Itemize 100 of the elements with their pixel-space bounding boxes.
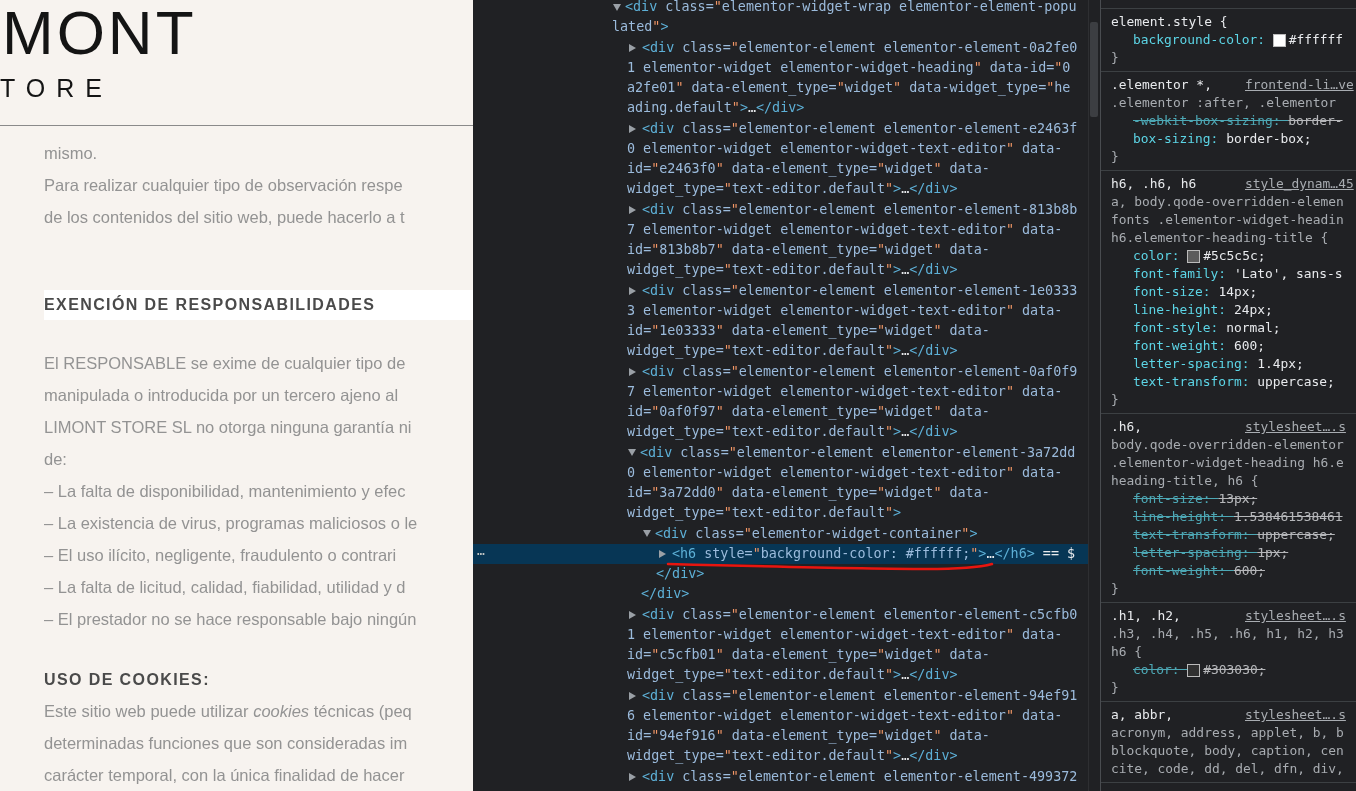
code-line: widget_type="text-editor.default">…</div> <box>627 181 958 197</box>
css-selector: a, body.qode-overridden-elemen <box>1111 193 1344 211</box>
css-property[interactable]: letter-spacing: 1.4px; <box>1111 355 1356 373</box>
text-line: de los contenidos del sitio web, puede hacerlo a t <box>44 207 405 228</box>
css-selector: acronym, address, applet, b, b <box>1111 724 1344 742</box>
tree-row[interactable]: <div class="elementor-element elementor-element-3a72dd <box>473 442 1088 463</box>
color-swatch[interactable] <box>1272 33 1286 47</box>
expand-arrow-icon[interactable] <box>629 610 636 619</box>
expand-arrow-icon[interactable] <box>628 449 636 457</box>
expand-arrow-icon[interactable] <box>629 124 636 133</box>
css-property[interactable]: font-weight: 600; <box>1111 562 1356 580</box>
text-line: mismo. <box>44 143 98 164</box>
css-property[interactable]: color: #303030; <box>1111 661 1356 679</box>
tree-row[interactable]: <div class="elementor-element elementor-element-0a2fe0 <box>473 37 1088 58</box>
source-link[interactable]: frontend-li…ve <box>1245 76 1354 94</box>
tree-row[interactable]: <div class="elementor-element elementor-element-499372 <box>473 766 1088 787</box>
css-property[interactable]: line-height: 24px; <box>1111 301 1356 319</box>
expand-arrow-icon[interactable] <box>629 205 636 214</box>
text-line: Este sitio web puede utilizar cookies técnicas (peq <box>44 701 412 722</box>
code-line: </div> <box>656 566 705 581</box>
css-property[interactable]: font-size: 14px; <box>1111 283 1356 301</box>
css-selector: .h6, <box>1111 418 1144 436</box>
expand-arrow-icon[interactable] <box>613 3 621 11</box>
css-selector: h6.elementor-heading-title { <box>1111 229 1329 247</box>
css-selector: element.style { <box>1111 13 1228 31</box>
tree-row[interactable]: ⋯ <h6 style="background-color: #ffffff;">…</h6> == $ <box>473 543 1088 564</box>
code-line: <h6 style="background-color: #ffffff;">…</h6> == $ <box>672 544 1076 563</box>
closing-brace: } <box>1111 580 1120 598</box>
css-property[interactable]: font-family: 'Lato', sans-s <box>1111 265 1356 283</box>
tree-row[interactable]: <div class="elementor-widget-wrap elementor-element-popu <box>473 0 1088 18</box>
tree-row[interactable]: <div class="elementor-element elementor-element-94ef91 <box>473 685 1088 706</box>
code-line: widget_type="text-editor.default">…</div> <box>627 424 958 440</box>
section-heading: USO DE COOKIES: <box>44 670 211 690</box>
css-selector: .elementor *, <box>1111 76 1213 94</box>
css-property[interactable]: letter-spacing: 1px; <box>1111 544 1356 562</box>
code-line: <div class="elementor-element elementor-element-1e0333 <box>642 281 1078 300</box>
code-line: widget_type="text-editor.default">…</div> <box>627 667 958 683</box>
tree-row[interactable]: <div class="elementor-widget-container"> <box>473 523 1088 544</box>
row-menu-button[interactable]: ⋯ <box>477 543 485 564</box>
source-link[interactable]: stylesheet….s <box>1245 607 1346 625</box>
source-link[interactable]: stylesheet….s <box>1245 418 1346 436</box>
tree-row[interactable]: <div class="elementor-element elementor-element-1e0333 <box>473 280 1088 301</box>
code-line: <div class="elementor-element elementor-element-0a2fe0 <box>642 38 1078 57</box>
text-line: carácter temporal, con la única finalidad de hacer <box>44 765 405 786</box>
expand-arrow-icon[interactable] <box>629 691 636 700</box>
code-line: <div class="elementor-element elementor-element-e2463f <box>642 119 1078 138</box>
code-line: a2fe01" data-element_type="widget" data-widget_type="he <box>627 80 1071 95</box>
code-line: lated"> <box>612 19 669 35</box>
closing-brace: } <box>1111 391 1120 409</box>
css-selector: .elementor :after, .elementor <box>1111 94 1337 112</box>
text-line: determinadas funciones que son consideradas im <box>44 733 408 754</box>
css-property[interactable]: font-weight: 600; <box>1111 337 1356 355</box>
css-property[interactable]: background-color: #ffffff <box>1111 31 1356 49</box>
code-line: <div class="elementor-element elementor-element-c5cfb0 <box>642 605 1078 624</box>
tree-row[interactable]: <div class="elementor-element elementor-element-e2463f <box>473 118 1088 139</box>
css-selector: cite, code, dd, del, dfn, div, <box>1111 760 1344 778</box>
code-line: 3 elementor-widget elementor-widget-text-editor" data- <box>627 302 1063 318</box>
css-selector: .h1, .h2, <box>1111 607 1182 625</box>
scrollbar-thumb[interactable] <box>1090 22 1098 117</box>
code-line: widget_type="text-editor.default">…</div> <box>627 748 958 764</box>
code-line: 7 elementor-widget elementor-widget-text-editor" data- <box>627 383 1063 399</box>
css-selector: h6, .h6, h6 <box>1111 175 1198 193</box>
code-line: <div class="elementor-element elementor-element-813b8b <box>642 200 1078 219</box>
expand-arrow-icon[interactable] <box>659 549 666 558</box>
expand-arrow-icon[interactable] <box>643 530 651 538</box>
text-line: – La falta de licitud, calidad, fiabilidad, utilidad y d <box>44 577 406 598</box>
css-property[interactable]: font-style: normal; <box>1111 319 1356 337</box>
code-line: <div class="elementor-element elementor-element-499372 <box>642 767 1078 786</box>
css-property[interactable]: -webkit-box-sizing: border- <box>1111 112 1356 130</box>
tree-row[interactable]: <div class="elementor-element elementor-element-c5cfb0 <box>473 604 1088 625</box>
css-property[interactable]: font-size: 13px; <box>1111 490 1356 508</box>
css-property[interactable]: line-height: 1.538461538461 <box>1111 508 1356 526</box>
code-line: widget_type="text-editor.default">…</div> <box>627 262 958 278</box>
css-selector: heading-title, h6 { <box>1111 472 1259 490</box>
code-line: id="0af0f97" data-element_type="widget" data- <box>627 404 990 419</box>
tree-row[interactable]: <div class="elementor-element elementor-element-0af0f9 <box>473 361 1088 382</box>
text-line: Para realizar cualquier tipo de observación respe <box>44 175 403 196</box>
css-property[interactable]: box-sizing: border-box; <box>1111 130 1356 148</box>
code-line: <div class="elementor-element elementor-element-94ef91 <box>642 686 1078 705</box>
closing-brace: } <box>1111 679 1120 697</box>
color-swatch[interactable] <box>1187 663 1201 677</box>
css-property[interactable]: text-transform: uppercase; <box>1111 373 1356 391</box>
expand-arrow-icon[interactable] <box>629 286 636 295</box>
css-selector: h6 { <box>1111 643 1143 661</box>
code-line: 0 elementor-widget elementor-widget-text-editor" data- <box>627 140 1063 156</box>
css-selector: .h3, .h4, .h5, .h6, h1, h2, h3 <box>1111 625 1344 643</box>
source-link[interactable]: stylesheet….s <box>1245 706 1346 724</box>
closing-brace: } <box>1111 148 1120 166</box>
css-property[interactable]: text-transform: uppercase; <box>1111 526 1356 544</box>
expand-arrow-icon[interactable] <box>629 367 636 376</box>
text-line: – El uso ilícito, negligente, fraudulento o contrari <box>44 545 397 566</box>
code-line: <div class="elementor-element elementor-element-3a72dd <box>640 443 1076 462</box>
css-property[interactable]: color: #5c5c5c; <box>1111 247 1356 265</box>
color-swatch[interactable] <box>1187 249 1201 263</box>
code-line: 7 elementor-widget elementor-widget-text-editor" data- <box>627 221 1063 237</box>
css-selector: blockquote, body, caption, cen <box>1111 742 1344 760</box>
expand-arrow-icon[interactable] <box>629 772 636 781</box>
source-link[interactable]: style_dynam…45 <box>1245 175 1354 193</box>
tree-row[interactable]: <div class="elementor-element elementor-element-813b8b <box>473 199 1088 220</box>
expand-arrow-icon[interactable] <box>629 43 636 52</box>
